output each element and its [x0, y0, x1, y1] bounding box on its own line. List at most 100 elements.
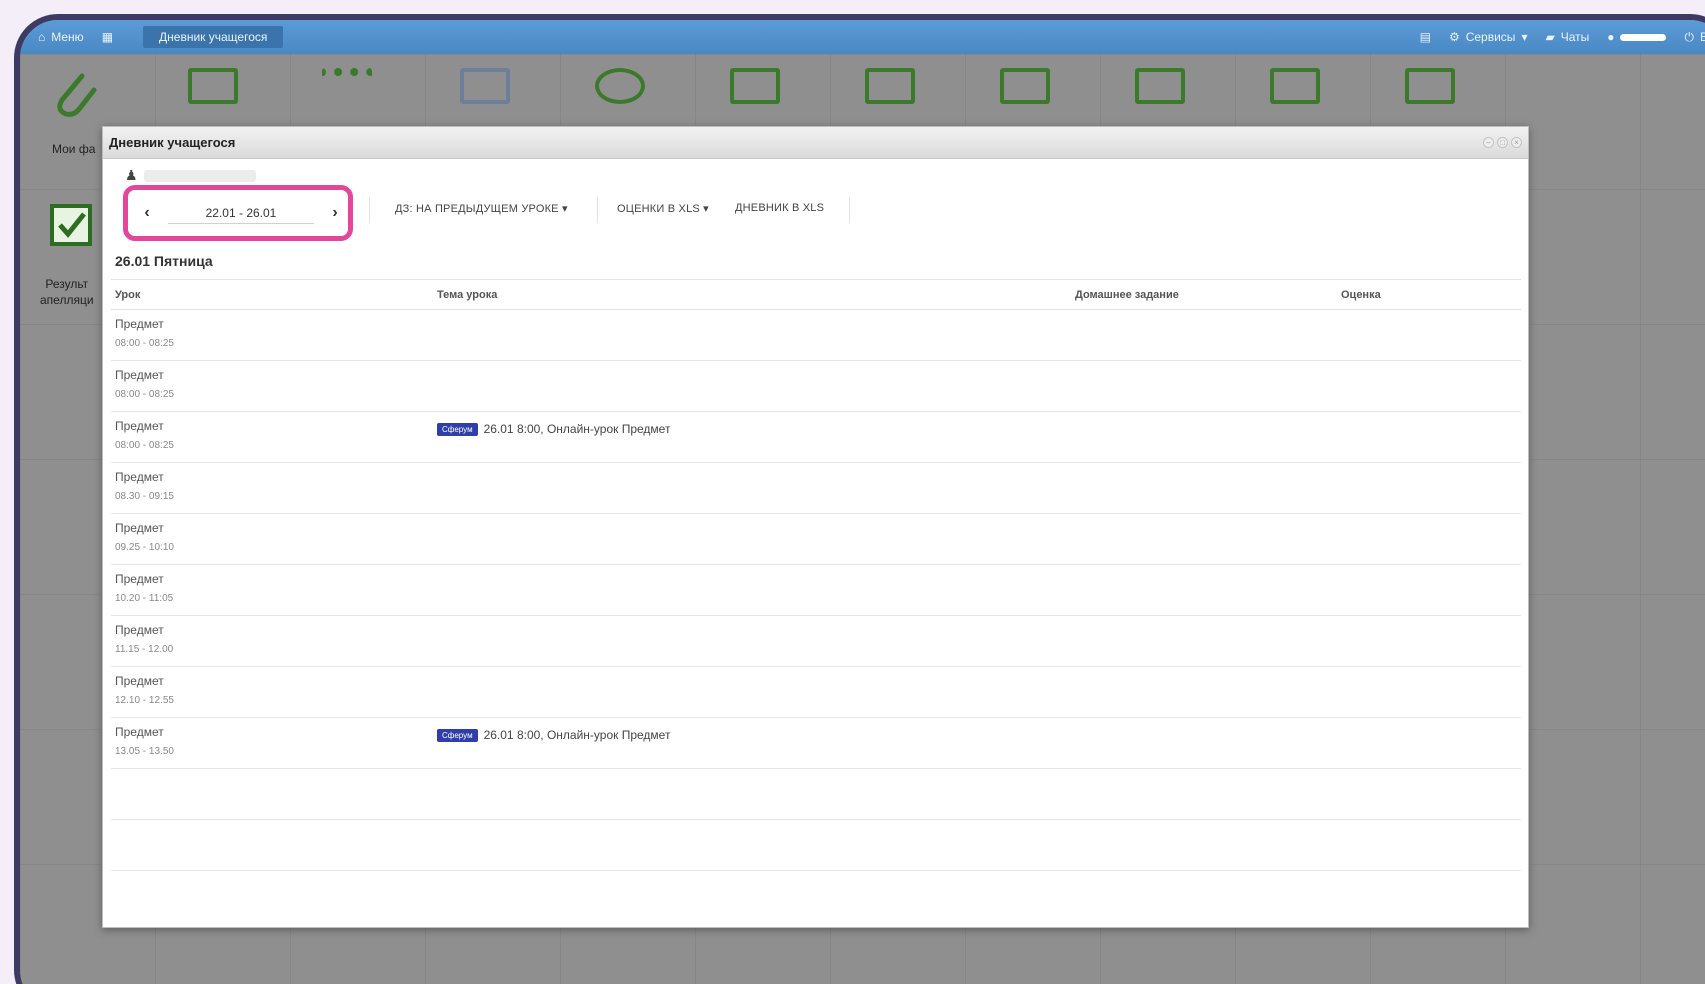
- diary-window: Дневник учащегося – □ × ♟ ‹ 22.01 - 26.0…: [102, 126, 1529, 928]
- my-files-label: Мои фа: [52, 142, 96, 156]
- lesson-time: 09.25 - 10:10: [115, 542, 174, 553]
- lesson-time: 08:00 - 08:25: [115, 389, 174, 400]
- maximize-icon[interactable]: □: [1497, 137, 1508, 148]
- report-icon[interactable]: [1000, 68, 1050, 104]
- menu-label: Меню: [51, 30, 84, 44]
- day-title: 26.01 Пятница: [115, 253, 213, 269]
- lesson-time: 10.20 - 11:05: [115, 593, 174, 604]
- lesson-subject: Предмет: [115, 419, 164, 433]
- services-menu[interactable]: ⚙ Сервисы ▾: [1449, 30, 1528, 44]
- camera-icon[interactable]: [730, 68, 780, 104]
- table-row: Предмет 13.05 - 13.50 Сферум 26.01 8:00,…: [111, 718, 1521, 769]
- lesson-time: 08:00 - 08:25: [115, 338, 174, 349]
- table-row: Предмет 10.20 - 11:05: [111, 565, 1521, 616]
- taskbar-tab-diary[interactable]: Дневник учащегося: [143, 26, 284, 48]
- user-menu[interactable]: ●: [1607, 30, 1667, 44]
- header-grade: Оценка: [1341, 288, 1381, 301]
- book-icon[interactable]: [865, 68, 915, 104]
- diary-xls-button[interactable]: ДНЕВНИК В XLS: [735, 202, 824, 214]
- results-label-line2: апелляци: [40, 293, 94, 307]
- checkbox-icon[interactable]: [50, 204, 92, 246]
- desktop-area: Мои фа Результ апелляци Дневник учащегос…: [20, 54, 1705, 984]
- lesson-subject: Предмет: [115, 623, 164, 637]
- table-row: Предмет 11.15 - 12.00: [111, 616, 1521, 667]
- chat-icon: ▰: [1545, 30, 1555, 44]
- clock-icon[interactable]: [595, 68, 645, 104]
- report-icon[interactable]: [1135, 68, 1185, 104]
- logout-button[interactable]: ⏻ В: [1684, 30, 1705, 45]
- header-homework: Домашнее задание: [1075, 288, 1179, 301]
- lesson-subject: Предмет: [115, 674, 164, 688]
- sferum-badge[interactable]: Сферум: [437, 728, 478, 742]
- calendar-icon[interactable]: ▤: [1420, 30, 1431, 44]
- chevron-right-icon[interactable]: ›: [322, 204, 348, 222]
- chevron-left-icon[interactable]: ‹: [134, 204, 160, 222]
- lessons-table: Урок Тема урока Домашнее задание Оценка …: [111, 279, 1521, 871]
- video-icon[interactable]: [460, 68, 510, 104]
- chevron-down-icon: ▾: [1521, 30, 1528, 44]
- lesson-time: 08:00 - 08:25: [115, 440, 174, 451]
- power-icon: ⏻: [1684, 29, 1694, 44]
- apps-grid-button[interactable]: ▦: [102, 30, 113, 44]
- minimize-icon[interactable]: –: [1483, 137, 1494, 148]
- lesson-topic: 26.01 8:00, Онлайн-урок Предмет: [483, 728, 671, 742]
- lesson-subject: Предмет: [115, 521, 164, 535]
- lesson-subject: Предмет: [115, 470, 164, 484]
- services-label: Сервисы: [1465, 30, 1516, 44]
- chats-button[interactable]: ▰ Чаты: [1545, 30, 1589, 44]
- week-range[interactable]: 22.01 - 26.01: [168, 202, 314, 224]
- gear-icon: ⚙: [1448, 30, 1460, 44]
- grades-xls-dropdown[interactable]: ОЦЕНКИ В XLS ▾: [617, 202, 709, 215]
- screen-frame: ⌂ Меню ▦ Дневник учащегося ▤ ⚙ Сервисы ▾…: [14, 14, 1705, 984]
- grid-icon: ▦: [101, 30, 114, 44]
- table-row: Предмет 08.30 - 09:15: [111, 463, 1521, 514]
- student-selector[interactable]: ♟: [125, 167, 256, 184]
- lesson-subject: Предмет: [115, 572, 164, 586]
- header-topic: Тема урока: [437, 288, 498, 301]
- home-icon: ⌂: [38, 30, 46, 44]
- lesson-subject: Предмет: [115, 317, 164, 331]
- window-title: Дневник учащегося: [109, 135, 236, 150]
- results-label-line1: Результ: [45, 277, 89, 291]
- close-icon[interactable]: ×: [1511, 137, 1522, 148]
- diary-toolbar: ‹ 22.01 - 26.01 › ДЗ: НА ПРЕДЫДУЩЕМ УРОК…: [123, 185, 1123, 241]
- lesson-time: 13.05 - 13.50: [115, 746, 174, 757]
- table-row: Предмет 08:00 - 08:25: [111, 361, 1521, 412]
- report-icon[interactable]: [1270, 68, 1320, 104]
- week-navigator: ‹ 22.01 - 26.01 ›: [123, 185, 353, 241]
- lesson-time: 08.30 - 09:15: [115, 491, 174, 502]
- lesson-topic: 26.01 8:00, Онлайн-урок Предмет: [483, 422, 671, 436]
- document-icon[interactable]: [188, 68, 238, 104]
- lesson-time: 12.10 - 12.55: [115, 695, 174, 706]
- table-header: Урок Тема урока Домашнее задание Оценка: [111, 280, 1521, 310]
- chats-label: Чаты: [1560, 30, 1590, 44]
- table-row: Предмет 08:00 - 08:25 Сферум 26.01 8:00,…: [111, 412, 1521, 463]
- toolbar-divider: [597, 197, 598, 223]
- table-row: Предмет 09.25 - 10:10: [111, 514, 1521, 565]
- lesson-subject: Предмет: [115, 725, 164, 739]
- results-label: Результ апелляци: [40, 276, 94, 308]
- table-row: Предмет 12.10 - 12.55: [111, 667, 1521, 718]
- header-lesson: Урок: [115, 288, 141, 301]
- homework-mode-dropdown[interactable]: ДЗ: НА ПРЕДЫДУЩЕМ УРОКЕ ▾: [395, 202, 568, 215]
- student-name-redacted: [143, 169, 256, 182]
- paperclip-icon[interactable]: [52, 70, 102, 120]
- table-row-empty: [111, 769, 1521, 820]
- menu-button[interactable]: ⌂ Меню: [38, 30, 84, 44]
- person-icon: ♟: [125, 167, 138, 183]
- user-name-redacted: [1620, 33, 1667, 41]
- logout-label: В: [1700, 30, 1705, 44]
- table-row-empty: [111, 820, 1521, 871]
- toolbar-divider: [849, 197, 850, 223]
- lesson-time: 11.15 - 12.00: [115, 644, 174, 655]
- taskbar-tab-label: Дневник учащегося: [159, 30, 268, 44]
- top-bar: ⌂ Меню ▦ Дневник учащегося ▤ ⚙ Сервисы ▾…: [20, 20, 1705, 54]
- ruler-icon[interactable]: [322, 68, 372, 104]
- user-icon: ●: [1607, 30, 1615, 44]
- toolbar-divider: [369, 197, 370, 223]
- lesson-subject: Предмет: [115, 368, 164, 382]
- table-row: Предмет 08:00 - 08:25: [111, 310, 1521, 361]
- window-title-bar[interactable]: Дневник учащегося – □ ×: [103, 127, 1528, 159]
- sferum-badge[interactable]: Сферум: [437, 422, 478, 436]
- report-icon[interactable]: [1405, 68, 1455, 104]
